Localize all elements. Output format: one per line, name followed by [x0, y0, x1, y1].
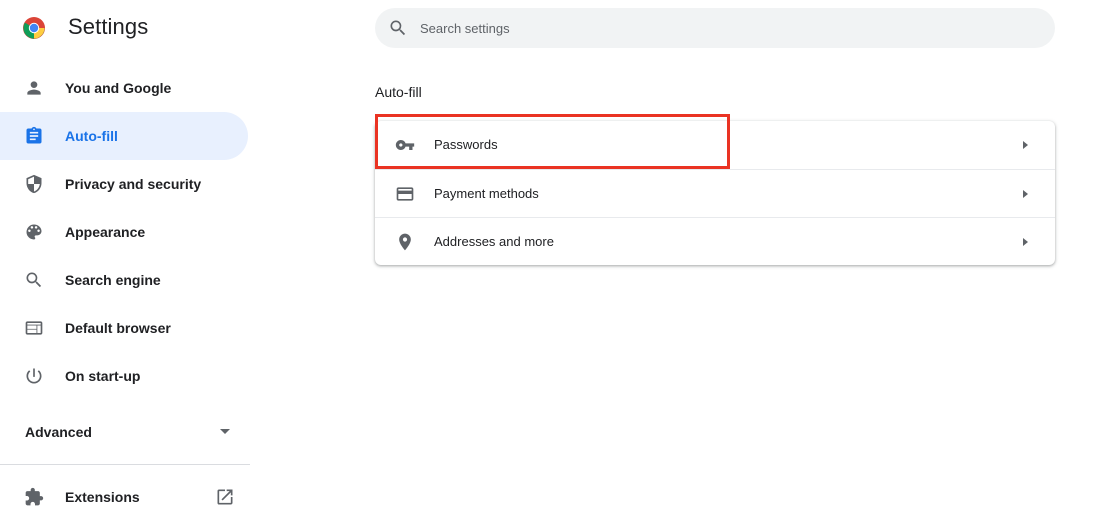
sidebar-item-default-browser[interactable]: Default browser: [0, 304, 248, 352]
clipboard-icon: [24, 126, 44, 146]
person-icon: [24, 78, 44, 98]
sidebar-item-label: Extensions: [65, 489, 140, 505]
sidebar-item-appearance[interactable]: Appearance: [0, 208, 248, 256]
sidebar-item-you-and-google[interactable]: You and Google: [0, 64, 248, 112]
sidebar-item-label: Search engine: [65, 272, 161, 288]
search-bar[interactable]: [375, 8, 1055, 48]
sidebar-divider: [0, 464, 250, 465]
sidebar-item-label: You and Google: [65, 80, 172, 96]
credit-card-icon: [395, 184, 415, 204]
row-label: Payment methods: [434, 186, 539, 201]
arrow-right-icon: [1020, 237, 1030, 247]
row-passwords[interactable]: Passwords: [375, 121, 1055, 169]
search-input[interactable]: [420, 8, 1020, 48]
sidebar-item-label: Privacy and security: [65, 176, 202, 192]
sidebar-item-label: On start-up: [65, 368, 141, 384]
sidebar-item-label: Appearance: [65, 224, 146, 240]
key-icon: [395, 135, 415, 155]
advanced-label: Advanced: [25, 424, 92, 440]
arrow-right-icon: [1020, 140, 1030, 150]
sidebar-item-label: Default browser: [65, 320, 171, 336]
sidebar-item-search-engine[interactable]: Search engine: [0, 256, 248, 304]
settings-app: Settings You and Google Auto-fill Privac…: [0, 0, 1094, 527]
row-label: Addresses and more: [434, 234, 554, 249]
sidebar-advanced-toggle[interactable]: Advanced: [0, 408, 248, 456]
power-icon: [24, 366, 44, 386]
sidebar-item-extensions[interactable]: Extensions: [0, 473, 248, 521]
chrome-logo-icon: [22, 16, 46, 40]
open-in-new-icon[interactable]: [215, 487, 235, 507]
page-title: Settings: [68, 14, 149, 39]
row-payment-methods[interactable]: Payment methods: [375, 169, 1055, 218]
arrow-right-icon: [1020, 189, 1030, 199]
autofill-card: Passwords Payment methods Addresses and …: [375, 121, 1055, 265]
browser-window-icon: [24, 318, 44, 338]
sidebar-item-privacy-and-security[interactable]: Privacy and security: [0, 160, 248, 208]
location-pin-icon: [395, 232, 415, 252]
puzzle-icon: [24, 487, 44, 507]
section-title: Auto-fill: [375, 84, 422, 100]
palette-icon: [24, 222, 44, 242]
sidebar-item-auto-fill[interactable]: Auto-fill: [0, 112, 248, 160]
row-addresses-and-more[interactable]: Addresses and more: [375, 217, 1055, 266]
sidebar-item-label: Auto-fill: [65, 128, 118, 144]
search-icon: [388, 18, 408, 38]
sidebar-item-on-start-up[interactable]: On start-up: [0, 352, 248, 400]
search-icon: [24, 270, 44, 290]
row-label: Passwords: [434, 137, 498, 152]
caret-down-icon: [218, 426, 232, 438]
shield-icon: [24, 174, 44, 194]
